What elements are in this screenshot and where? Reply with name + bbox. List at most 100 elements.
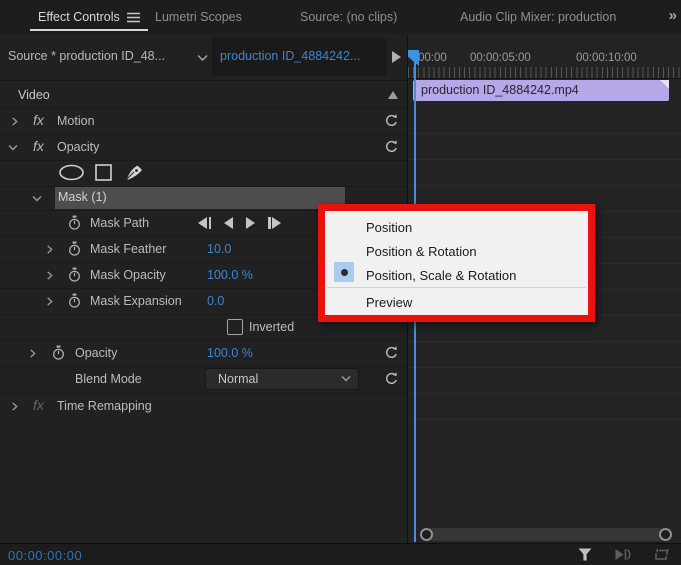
ruler-tick-label: 00:00:05:00 xyxy=(470,52,531,64)
menu-item-label: Position, Scale & Rotation xyxy=(366,268,516,283)
scroll-up-icon[interactable] xyxy=(388,91,398,99)
tab-source-monitor[interactable]: Source: (no clips) xyxy=(300,0,397,34)
ellipse-mask-tool-button[interactable] xyxy=(58,164,85,181)
motion-effect-row: fx Motion xyxy=(0,108,407,135)
collapse-chevron-icon[interactable] xyxy=(8,144,18,152)
fx-badge-icon: fx xyxy=(33,397,44,413)
tab-label: Effect Controls xyxy=(38,10,120,24)
expand-chevron-icon[interactable] xyxy=(45,297,54,306)
clip-name-label: production ID_4884242.mp4 xyxy=(421,83,579,97)
menu-item-position-rotation[interactable]: Position & Rotation xyxy=(325,240,588,264)
track-mask-forward-one-frame-button[interactable] xyxy=(268,217,281,229)
status-bar: 00:00:00:00 xyxy=(0,543,681,565)
menu-separator xyxy=(327,287,586,288)
expand-chevron-icon[interactable] xyxy=(45,271,54,280)
video-section-header: Video xyxy=(0,82,407,109)
panel-overflow-icon[interactable]: » xyxy=(669,7,675,24)
inverted-checkbox[interactable] xyxy=(227,319,243,335)
mask-path-label[interactable]: Mask Path xyxy=(90,216,149,230)
mask-expansion-label: Mask Expansion xyxy=(90,294,182,308)
blend-mode-dropdown[interactable]: Normal xyxy=(205,368,359,390)
expand-chevron-icon[interactable] xyxy=(10,117,19,126)
inverted-label[interactable]: Inverted xyxy=(249,320,294,334)
ruler-ticks xyxy=(408,67,681,78)
opacity-param-label: Opacity xyxy=(75,346,117,360)
track-mask-forward-button[interactable] xyxy=(246,217,255,229)
loop-playback-icon[interactable] xyxy=(654,548,669,561)
blend-mode-row: Blend Mode Normal xyxy=(0,366,407,394)
opacity-effect-label[interactable]: Opacity xyxy=(57,140,99,154)
zoom-handle-right[interactable] xyxy=(659,528,672,541)
ruler-tick-label: 00:00:10:00 xyxy=(576,52,637,64)
filter-properties-icon[interactable] xyxy=(578,548,592,561)
tab-label: Audio Clip Mixer: production xyxy=(460,10,616,24)
reset-icon[interactable] xyxy=(384,139,399,154)
tab-audio-clip-mixer[interactable]: Audio Clip Mixer: production xyxy=(460,0,616,34)
chevron-down-icon[interactable] xyxy=(197,54,208,62)
chevron-down-icon xyxy=(341,375,351,383)
video-header-label: Video xyxy=(18,88,50,102)
tab-lumetri-scopes[interactable]: Lumetri Scopes xyxy=(155,0,242,34)
radio-dot-icon xyxy=(341,269,348,276)
track-mask-backward-one-frame-button[interactable] xyxy=(198,217,211,229)
mask-tools-row xyxy=(0,160,407,187)
menu-item-position-scale-rotation[interactable]: Position, Scale & Rotation xyxy=(325,264,588,288)
current-timecode[interactable]: 00:00:00:00 xyxy=(8,548,82,563)
active-clip-tab[interactable]: production ID_4884242... xyxy=(220,49,360,63)
motion-label[interactable]: Motion xyxy=(57,114,95,128)
play-around-icon[interactable] xyxy=(614,548,632,561)
opacity-param-value[interactable]: 100.0 % xyxy=(207,346,253,360)
source-clip-tab[interactable]: Source * production ID_48... xyxy=(8,49,165,63)
timeline-clip[interactable]: production ID_4884242.mp4 xyxy=(413,80,669,101)
stopwatch-icon[interactable] xyxy=(68,267,81,283)
fx-badge-icon: fx xyxy=(33,138,44,154)
mask-path-context-menu: Position Position & Rotation Position, S… xyxy=(318,204,595,322)
zoom-handle-left[interactable] xyxy=(420,528,433,541)
track-mask-backward-button[interactable] xyxy=(224,217,233,229)
time-remapping-row: fx Time Remapping xyxy=(0,393,407,419)
timeline-zoom-scrollbar[interactable] xyxy=(420,528,672,541)
tab-effect-controls[interactable]: Effect Controls xyxy=(38,0,140,34)
ruler-tick-label: 00:00 xyxy=(418,52,447,64)
reset-icon[interactable] xyxy=(384,371,399,386)
panel-tab-bar: Effect Controls Lumetri Scopes Source: (… xyxy=(0,0,681,35)
mask-group-label[interactable]: Mask (1) xyxy=(58,190,107,204)
stopwatch-icon[interactable] xyxy=(68,241,81,257)
menu-item-label: Preview xyxy=(366,295,412,310)
time-remapping-label[interactable]: Time Remapping xyxy=(57,399,152,413)
pen-mask-tool-button[interactable] xyxy=(125,163,145,181)
source-clip-bar: Source * production ID_48... production … xyxy=(0,34,407,81)
panel-menu-icon[interactable] xyxy=(127,12,140,23)
expand-chevron-icon[interactable] xyxy=(28,349,37,358)
opacity-effect-row: fx Opacity xyxy=(0,134,407,161)
fx-badge-icon: fx xyxy=(33,112,44,128)
stopwatch-icon[interactable] xyxy=(68,215,81,231)
reset-icon[interactable] xyxy=(384,345,399,360)
expand-chevron-icon[interactable] xyxy=(10,402,19,411)
blend-mode-label: Blend Mode xyxy=(75,372,142,386)
stopwatch-icon[interactable] xyxy=(52,345,65,361)
menu-item-preview[interactable]: Preview xyxy=(325,291,588,315)
mask-opacity-value[interactable]: 100.0 % xyxy=(207,268,253,282)
menu-item-label: Position & Rotation xyxy=(366,244,477,259)
mask-opacity-label: Mask Opacity xyxy=(90,268,166,282)
selected-radio-indicator xyxy=(334,262,354,282)
blend-mode-value: Normal xyxy=(218,372,258,386)
stopwatch-icon[interactable] xyxy=(68,293,81,309)
mask-feather-value[interactable]: 10.0 xyxy=(207,242,231,256)
premiere-effect-controls-window: Effect Controls Lumetri Scopes Source: (… xyxy=(0,0,681,565)
expand-chevron-icon[interactable] xyxy=(45,245,54,254)
mask-expansion-value[interactable]: 0.0 xyxy=(207,294,224,308)
timeline-ruler[interactable]: 00:00 00:00:05:00 00:00:10:00 xyxy=(408,48,681,79)
opacity-param-row: Opacity 100.0 % xyxy=(0,340,407,367)
tab-label: Lumetri Scopes xyxy=(155,10,242,24)
menu-item-position[interactable]: Position xyxy=(325,216,588,240)
mask-feather-label: Mask Feather xyxy=(90,242,166,256)
tab-scroll-right-icon[interactable] xyxy=(392,51,401,63)
rectangle-mask-tool-button[interactable] xyxy=(95,164,112,181)
collapse-chevron-icon[interactable] xyxy=(32,195,42,203)
reset-icon[interactable] xyxy=(384,113,399,128)
active-tab-underline xyxy=(30,29,148,31)
clip-fade-handle[interactable] xyxy=(660,80,669,89)
menu-item-label: Position xyxy=(366,220,412,235)
